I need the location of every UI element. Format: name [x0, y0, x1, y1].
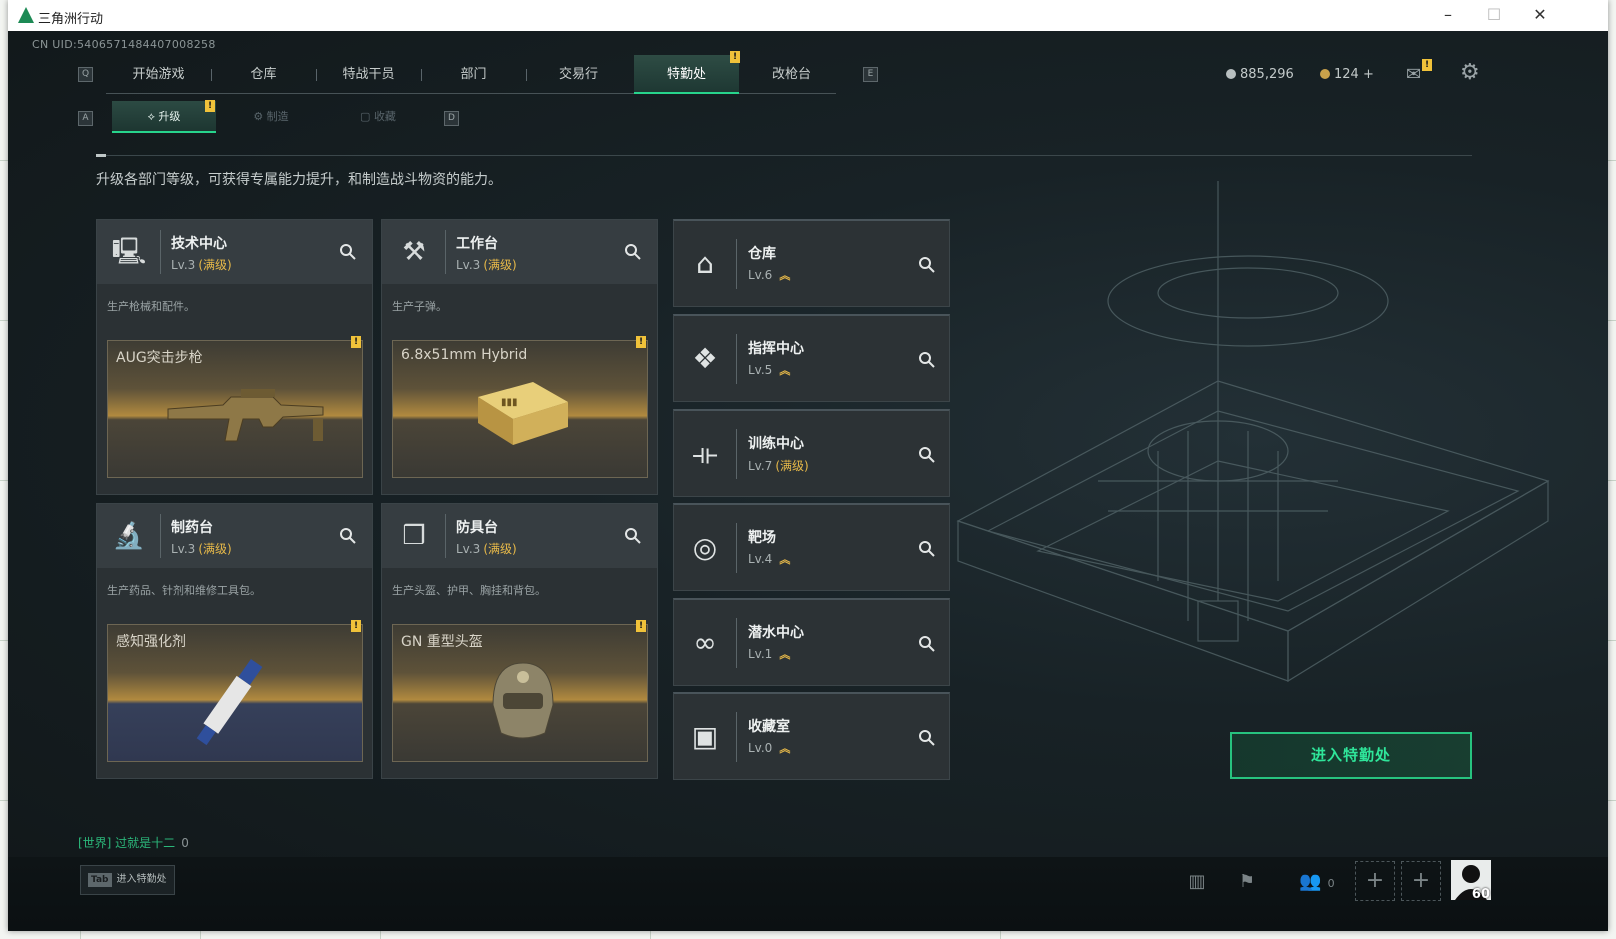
coin-icon	[1226, 69, 1236, 79]
facility-diving-center[interactable]: ∞ 潜水中心 Lv.1 ︽	[673, 598, 950, 686]
tab-special-ops[interactable]: 特勤处	[634, 55, 739, 94]
settings-gear-icon[interactable]: ⚙	[1460, 60, 1480, 85]
upgrade-available-icon: ︽	[779, 553, 791, 566]
add-teammate-button[interactable]: +	[1355, 861, 1395, 901]
search-icon[interactable]	[338, 242, 358, 262]
minimize-button[interactable]: –	[1426, 4, 1470, 26]
tab-warehouse[interactable]: 仓库	[211, 55, 316, 94]
goggles-icon: ∞	[693, 626, 717, 659]
search-icon[interactable]	[917, 350, 937, 370]
divider	[96, 155, 1472, 156]
silver-currency: 885,296	[1226, 67, 1294, 82]
game-window: 三角洲行动 – ☐ ✕ CN UID:5406571484407008258 Q…	[8, 0, 1608, 931]
mail-icon[interactable]: ✉	[1406, 64, 1421, 85]
dept-card-workbench[interactable]: ⚒ 工作台 Lv.3 (满级) 生产子弹。 6.8x51mm Hybrid ▮▮▮…	[381, 219, 658, 495]
facility-collection-room[interactable]: ▣ 收藏室 Lv.0 ︽	[673, 692, 950, 780]
title-bar: 三角洲行动 – ☐ ✕	[8, 0, 1608, 31]
upgrade-alert-badge: !	[205, 100, 215, 112]
search-icon[interactable]	[917, 445, 937, 465]
product-alert-badge: !	[636, 336, 646, 348]
friends-icon: 👥	[1299, 871, 1322, 892]
rifle-image	[167, 389, 324, 442]
product-preview[interactable]: GN 重型头盔	[392, 624, 648, 762]
window-title: 三角洲行动	[38, 12, 104, 27]
page-description: 升级各部门等级，可获得专属能力提升，和制造战斗物资的能力。	[96, 172, 502, 188]
player-uid: CN UID:5406571484407008258	[32, 38, 216, 51]
player-level: 60	[1471, 887, 1490, 902]
tab-operators[interactable]: 特战干员	[316, 55, 421, 94]
hammer-wrench-icon: ⚒	[402, 237, 426, 267]
tab-trading[interactable]: 交易行	[526, 55, 631, 94]
subtab-next-key[interactable]: D	[444, 111, 459, 126]
product-alert-badge: !	[351, 620, 361, 632]
subtab-upgrade[interactable]: ⟡ 升级	[112, 101, 216, 133]
injector-image	[196, 659, 263, 746]
subtab-collection[interactable]: ▢ 收藏	[326, 101, 430, 133]
search-icon[interactable]	[917, 634, 937, 654]
monitor-icon: 🖳	[111, 237, 147, 267]
upgrade-available-icon: ︽	[779, 269, 791, 282]
facility-training-center[interactable]: ⟛ 训练中心 Lv.7 (满级)	[673, 409, 950, 497]
dept-card-armor-bench[interactable]: ❒ 防具台 Lv.3 (满级) 生产头盔、护甲、胸挂和背包。 GN 重型头盔 !	[381, 503, 658, 779]
main-nav: 开始游戏 仓库 特战干员 部门 交易行 特勤处 改枪台	[106, 55, 836, 94]
upgrade-available-icon: ︽	[779, 648, 791, 661]
svg-text:▮▮▮: ▮▮▮	[501, 397, 518, 408]
dept-card-pharmacy[interactable]: 🔬 制药台 Lv.3 (满级) 生产药品、针剂和维修工具包。 感知强化剂 !	[96, 503, 373, 779]
stats-chart-icon[interactable]: ▥	[1182, 867, 1212, 897]
product-alert-badge: !	[636, 620, 646, 632]
upgrade-available-icon: ︽	[779, 742, 791, 755]
search-icon[interactable]	[917, 728, 937, 748]
warehouse-icon: ⌂	[696, 247, 714, 280]
game-viewport: CN UID:5406571484407008258 Q 开始游戏 仓库 特战干…	[8, 31, 1608, 931]
product-preview[interactable]: AUG突击步枪	[107, 340, 363, 478]
maximize-button[interactable]: ☐	[1472, 4, 1516, 26]
nav-prev-key[interactable]: Q	[78, 67, 93, 82]
search-icon[interactable]	[623, 242, 643, 262]
product-preview[interactable]: 感知强化剂	[107, 624, 363, 762]
tab-department[interactable]: 部门	[421, 55, 526, 94]
microscope-icon: 🔬	[112, 521, 146, 551]
world-chat[interactable]: [世界] 过就是十二 0	[78, 834, 189, 851]
gold-currency[interactable]: 124 +	[1320, 67, 1374, 82]
gold-coin-icon	[1320, 69, 1330, 79]
command-icon: ❖	[692, 342, 718, 375]
enter-special-ops-button[interactable]: 进入特勤处	[1230, 732, 1472, 779]
tab-shortcut-hint[interactable]: Tab 进入特勤处	[80, 865, 175, 895]
subtab-bar: ⟡ 升级 ⚙ 制造 ▢ 收藏	[112, 101, 430, 133]
dumbbell-icon: ⟛	[692, 437, 718, 470]
product-preview[interactable]: 6.8x51mm Hybrid ▮▮▮	[392, 340, 648, 478]
dept-card-tech-center[interactable]: 🖳 技术中心 Lv.3 (满级) 生产枪械和配件。 AUG突击步枪 !	[96, 219, 373, 495]
target-icon: ◎	[692, 531, 718, 564]
cubes-icon: ❒	[402, 521, 426, 551]
facility-shooting-range[interactable]: ◎ 靶场 Lv.4 ︽	[673, 503, 950, 591]
facility-command-center[interactable]: ❖ 指挥中心 Lv.5 ︽	[673, 314, 950, 402]
friends-button[interactable]: 👥 0	[1292, 867, 1342, 897]
upgrade-available-icon: ︽	[779, 364, 791, 377]
flag-icon[interactable]: ⚑	[1232, 867, 1262, 897]
search-icon[interactable]	[338, 526, 358, 546]
add-teammate-button-2[interactable]: +	[1401, 861, 1441, 901]
special-ops-alert-badge: !	[730, 51, 740, 63]
subtab-craft[interactable]: ⚙ 制造	[219, 101, 323, 133]
product-alert-badge: !	[351, 336, 361, 348]
tab-start-game[interactable]: 开始游戏	[106, 55, 211, 94]
mail-alert-badge: !	[1422, 59, 1432, 71]
tab-gunsmith[interactable]: 改枪台	[739, 55, 844, 94]
ammo-box-image: ▮▮▮	[478, 382, 568, 445]
search-icon[interactable]	[917, 539, 937, 559]
helmet-image	[492, 662, 554, 739]
search-icon[interactable]	[623, 526, 643, 546]
close-button[interactable]: ✕	[1518, 4, 1562, 26]
search-icon[interactable]	[917, 255, 937, 275]
subtab-prev-key[interactable]: A	[78, 111, 93, 126]
nav-next-key[interactable]: E	[863, 67, 878, 82]
app-icon	[18, 7, 34, 23]
vault-icon: ▣	[691, 720, 719, 753]
facility-warehouse[interactable]: ⌂ 仓库 Lv.6 ︽	[673, 219, 950, 307]
player-avatar[interactable]: 60	[1451, 860, 1491, 902]
